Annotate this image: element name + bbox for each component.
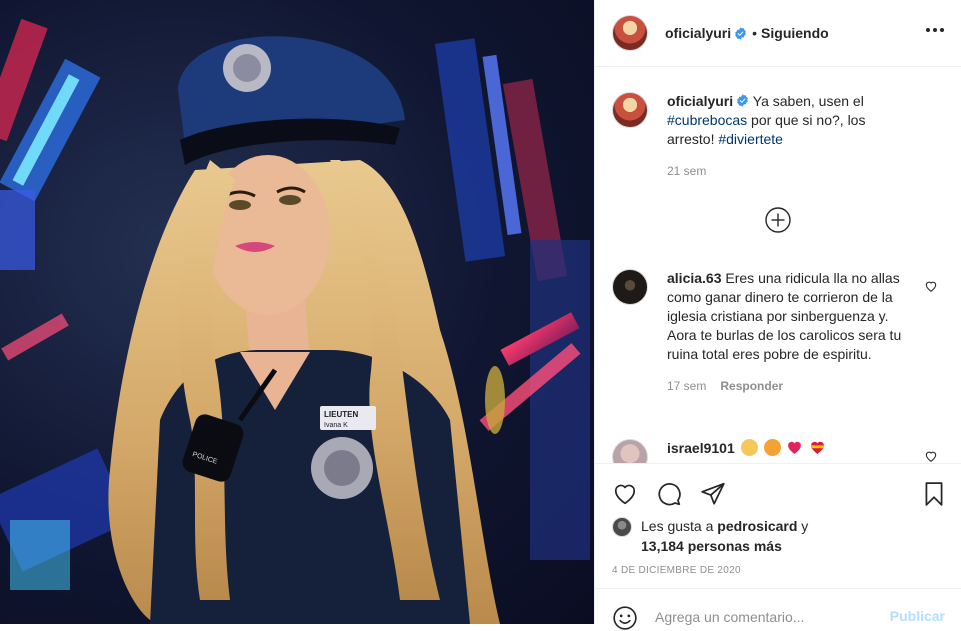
- comment-meta: 17 sem Responder: [667, 377, 907, 396]
- post-actions: Les gusta a pedrosicard y 13,184 persona…: [595, 463, 961, 630]
- share-icon[interactable]: [700, 481, 726, 507]
- comment-body: alicia.63 Eres una ridicula lla no allas…: [667, 269, 907, 396]
- plus-circle-icon[interactable]: [765, 207, 791, 233]
- comment-row: alicia.63 Eres una ridicula lla no allas…: [612, 269, 942, 396]
- post-photo-illustration: POLICE LIEUTEN Ivana K: [0, 18, 590, 624]
- caption-time[interactable]: 21 sem: [667, 162, 706, 181]
- author-avatar[interactable]: [612, 15, 648, 51]
- hashtag-link[interactable]: #diviertete: [718, 131, 783, 147]
- commenter-avatar[interactable]: [612, 269, 648, 305]
- commenter-avatar[interactable]: [612, 439, 648, 463]
- heart-eyes-emoji: [763, 439, 781, 456]
- verified-icon: [735, 26, 747, 40]
- caption-text-1: Ya saben, usen el: [752, 93, 864, 109]
- caption-username[interactable]: oficialyuri: [667, 93, 733, 109]
- publish-button[interactable]: Publicar: [890, 608, 945, 624]
- liker-username[interactable]: pedrosicard: [717, 518, 797, 534]
- comment-like-icon[interactable]: [924, 279, 938, 293]
- comment-like-icon[interactable]: [924, 449, 938, 463]
- hashtag-link[interactable]: #cubrebocas: [667, 112, 747, 128]
- verified-icon: [737, 94, 749, 107]
- author-info: oficialyuri • Siguiendo: [665, 25, 829, 41]
- caption-body: oficialyuri Ya saben, usen el #cubreboca…: [667, 92, 907, 181]
- caption-meta: 21 sem: [667, 162, 907, 181]
- commenter-username[interactable]: alicia.63: [667, 270, 722, 286]
- heart-icon[interactable]: [612, 481, 638, 507]
- likes-joiner: y: [797, 518, 809, 534]
- comment-body: israel9101: [667, 439, 907, 463]
- post-header: oficialyuri • Siguiendo: [595, 0, 961, 67]
- caption-row: oficialyuri Ya saben, usen el #cubreboca…: [612, 92, 942, 181]
- add-comment-bar: Publicar: [595, 588, 961, 631]
- liker-avatar[interactable]: [612, 517, 632, 537]
- comment-input[interactable]: [655, 607, 865, 627]
- red-heart-emoji: [786, 439, 803, 456]
- comment-icon[interactable]: [656, 481, 682, 507]
- bookmark-icon[interactable]: [921, 481, 947, 507]
- spain-heart-emoji: [809, 439, 826, 456]
- name-tag-sub: Ivana K: [324, 422, 348, 429]
- post-side-panel: oficialyuri • Siguiendo oficialyuri Ya s…: [594, 0, 961, 630]
- more-options-icon[interactable]: [925, 20, 945, 40]
- post-image[interactable]: POLICE LIEUTEN Ivana K: [0, 0, 594, 624]
- follow-status-button[interactable]: Siguiendo: [761, 25, 829, 41]
- post-date[interactable]: 4 de diciembre de 2020: [612, 565, 741, 576]
- likes-count[interactable]: 13,184 personas más: [641, 538, 782, 554]
- author-username[interactable]: oficialyuri: [665, 25, 731, 41]
- likes-summary: Les gusta a pedrosicard y 13,184 persona…: [612, 516, 808, 556]
- commenter-username[interactable]: israel9101: [667, 440, 735, 456]
- reply-button[interactable]: Responder: [720, 377, 783, 396]
- comments-list[interactable]: oficialyuri Ya saben, usen el #cubreboca…: [595, 68, 961, 463]
- caption-avatar[interactable]: [612, 92, 648, 128]
- likes-prefix: Les gusta a: [641, 518, 718, 534]
- comment-row: israel9101: [612, 439, 942, 463]
- name-tag-title: LIEUTEN: [324, 410, 358, 419]
- smile-icon[interactable]: [612, 605, 638, 631]
- santa-emoji: [740, 439, 758, 456]
- separator-dot: •: [752, 25, 758, 41]
- instagram-post: POLICE LIEUTEN Ivana K oficialyuri • Sig…: [0, 0, 961, 630]
- comment-time[interactable]: 17 sem: [667, 377, 706, 396]
- likes-text: Les gusta a pedrosicard y 13,184 persona…: [641, 516, 808, 556]
